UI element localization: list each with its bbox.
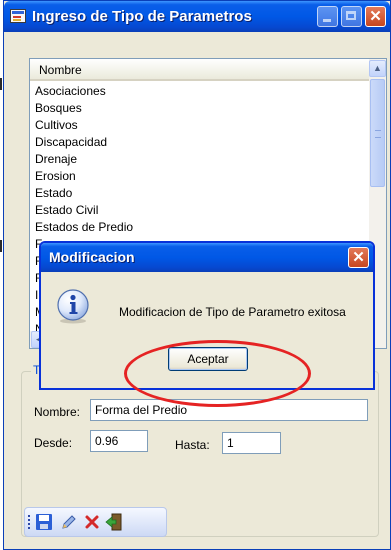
close-window-button[interactable]: ✕ xyxy=(365,6,386,27)
dialog-message: Modificacion de Tipo de Parametro exitos… xyxy=(119,305,346,319)
edge-artifact xyxy=(0,240,2,252)
scroll-thumb[interactable] xyxy=(370,79,385,187)
scroll-up-arrow-icon[interactable]: ▲ xyxy=(369,60,386,77)
save-icon[interactable] xyxy=(35,513,53,531)
window-titlebar[interactable]: Ingreso de Tipo de Parametros ✕ xyxy=(4,1,390,32)
info-icon xyxy=(57,289,89,324)
edge-artifact xyxy=(0,78,2,90)
dialog-titlebar[interactable]: Modificacion ✕ xyxy=(41,243,373,272)
exit-icon[interactable] xyxy=(105,513,123,531)
list-item[interactable]: Bosques xyxy=(35,100,365,117)
list-item[interactable]: Asociaciones xyxy=(35,83,365,100)
dialog-close-button[interactable]: ✕ xyxy=(348,247,369,268)
list-item[interactable]: Discapacidad xyxy=(35,134,365,151)
delete-icon[interactable] xyxy=(83,513,101,531)
nombre-label: Nombre: xyxy=(34,405,81,419)
maximize-button[interactable] xyxy=(341,6,362,27)
desde-label: Desde: xyxy=(34,436,73,450)
form-app-icon xyxy=(10,9,26,23)
list-item[interactable]: Estados de Predio xyxy=(35,219,365,236)
action-toolbar xyxy=(24,507,167,537)
toolbar-grip[interactable] xyxy=(28,515,30,531)
window-title: Ingreso de Tipo de Parametros xyxy=(32,8,252,25)
aceptar-button[interactable]: Aceptar xyxy=(168,347,248,371)
list-item[interactable]: Estado Civil xyxy=(35,202,365,219)
list-item[interactable]: Cultivos xyxy=(35,117,365,134)
list-item[interactable]: Erosion xyxy=(35,168,365,185)
nombre-input[interactable]: Forma del Predio xyxy=(90,399,368,421)
dialog-title: Modificacion xyxy=(49,249,135,265)
edit-icon[interactable] xyxy=(60,513,78,531)
column-header-nombre[interactable]: Nombre xyxy=(30,59,371,81)
hasta-input[interactable]: 1 xyxy=(222,432,281,454)
minimize-button[interactable] xyxy=(317,6,338,27)
hasta-label: Hasta: xyxy=(175,438,210,452)
list-item[interactable]: Estado xyxy=(35,185,365,202)
modificacion-dialog: Modificacion ✕ Modificacion de Tipo de P… xyxy=(39,241,375,390)
desde-input[interactable]: 0.96 xyxy=(90,430,148,452)
list-item[interactable]: Drenaje xyxy=(35,151,365,168)
